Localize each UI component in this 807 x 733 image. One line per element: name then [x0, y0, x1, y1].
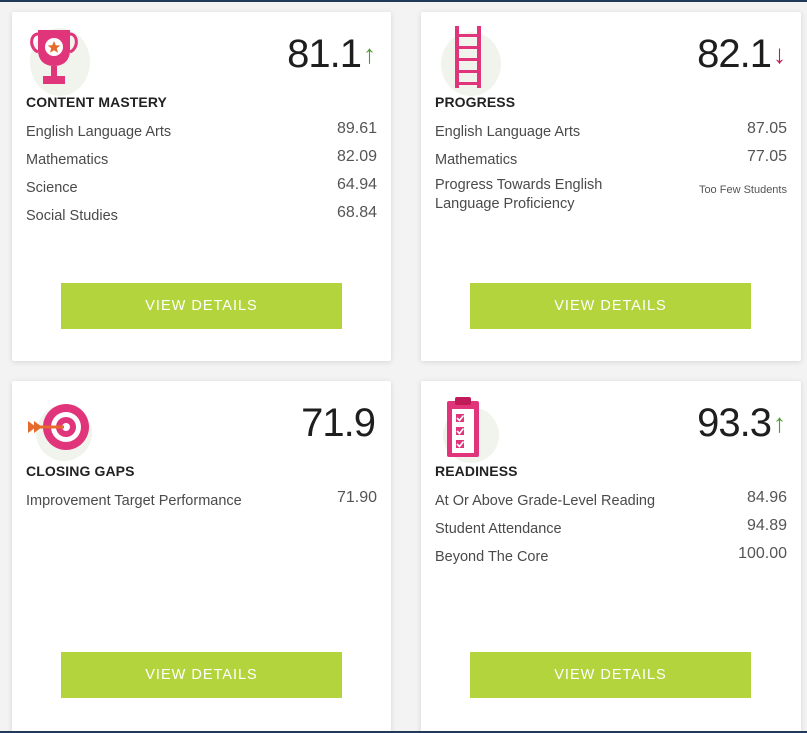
metric-label: Social Studies	[26, 208, 118, 224]
metrics-list: English Language Arts 89.61 Mathematics …	[26, 120, 377, 232]
metric-row: English Language Arts 87.05	[435, 120, 787, 148]
closing-gaps-score: 71.9	[301, 401, 376, 445]
metric-row: Progress Towards English Language Profic…	[435, 176, 787, 220]
metric-row: At Or Above Grade-Level Reading 84.96	[435, 489, 787, 517]
metric-value: 89.61	[336, 120, 377, 137]
metric-label: Mathematics	[26, 152, 109, 168]
metric-value: 77.05	[746, 148, 787, 165]
metric-row: Student Attendance 94.89	[435, 517, 787, 545]
metric-value: Too Few Students	[698, 184, 787, 196]
metric-label: Mathematics	[435, 152, 518, 168]
metric-value: 82.09	[336, 148, 377, 165]
view-details-button[interactable]: VIEW DETAILS	[470, 652, 751, 698]
trend-down-icon: ↓	[773, 39, 786, 69]
metric-value: 71.90	[336, 489, 377, 506]
card-title: READINESS	[435, 463, 518, 479]
metric-value: 87.05	[746, 120, 787, 137]
metric-label: Student Attendance	[435, 521, 562, 537]
metric-row: Science 64.94	[26, 176, 377, 204]
checklist-icon	[433, 389, 501, 467]
progress-score: 82.1 ↓	[697, 32, 786, 76]
readiness-score: 93.3 ↑	[697, 401, 786, 445]
ladder-icon	[433, 20, 501, 98]
metric-label: Improvement Target Performance	[26, 493, 242, 509]
metrics-list: Improvement Target Performance 71.90	[26, 489, 377, 517]
score-value: 93.3	[697, 401, 772, 445]
card-title: PROGRESS	[435, 94, 516, 110]
metric-label: Progress Towards English Language Profic…	[435, 177, 603, 212]
metric-row: Mathematics 77.05	[435, 148, 787, 176]
metric-value: 64.94	[336, 176, 377, 193]
top-border	[0, 0, 807, 2]
metric-label: English Language Arts	[26, 124, 172, 140]
trend-up-icon: ↑	[773, 408, 786, 438]
metric-value: 84.96	[746, 489, 787, 506]
closing-gaps-card: 71.9 CLOSING GAPS Improvement Target Per…	[12, 381, 391, 733]
metric-value: 94.89	[746, 517, 787, 534]
view-details-button[interactable]: VIEW DETAILS	[61, 283, 342, 329]
metric-row: English Language Arts 89.61	[26, 120, 377, 148]
metric-label: At Or Above Grade-Level Reading	[435, 493, 656, 509]
content-mastery-card: 81.1 ↑ CONTENT MASTERY English Language …	[12, 12, 391, 361]
trophy-icon	[24, 20, 92, 98]
target-icon	[24, 389, 92, 467]
content-mastery-score: 81.1 ↑	[287, 32, 376, 76]
metric-label: Science	[26, 180, 78, 196]
metric-row: Improvement Target Performance 71.90	[26, 489, 377, 517]
view-details-button[interactable]: VIEW DETAILS	[470, 283, 751, 329]
trend-up-icon: ↑	[363, 39, 376, 69]
metric-value: 100.00	[738, 545, 787, 562]
card-title: CONTENT MASTERY	[26, 94, 167, 110]
metric-label: English Language Arts	[435, 124, 581, 140]
metrics-list: At Or Above Grade-Level Reading 84.96 St…	[435, 489, 787, 573]
readiness-card: 93.3 ↑ READINESS At Or Above Grade-Level…	[421, 381, 801, 733]
score-value: 81.1	[287, 32, 362, 76]
progress-card: 82.1 ↓ PROGRESS English Language Arts 87…	[421, 12, 801, 361]
metric-row: Mathematics 82.09	[26, 148, 377, 176]
metric-row: Social Studies 68.84	[26, 204, 377, 232]
metric-row: Beyond The Core 100.00	[435, 545, 787, 573]
card-title: CLOSING GAPS	[26, 463, 135, 479]
score-value: 82.1	[697, 32, 772, 76]
metric-label: Beyond The Core	[435, 549, 549, 565]
score-value: 71.9	[301, 401, 376, 445]
metric-value: 68.84	[336, 204, 377, 221]
metrics-list: English Language Arts 87.05 Mathematics …	[435, 120, 787, 220]
view-details-button[interactable]: VIEW DETAILS	[61, 652, 342, 698]
